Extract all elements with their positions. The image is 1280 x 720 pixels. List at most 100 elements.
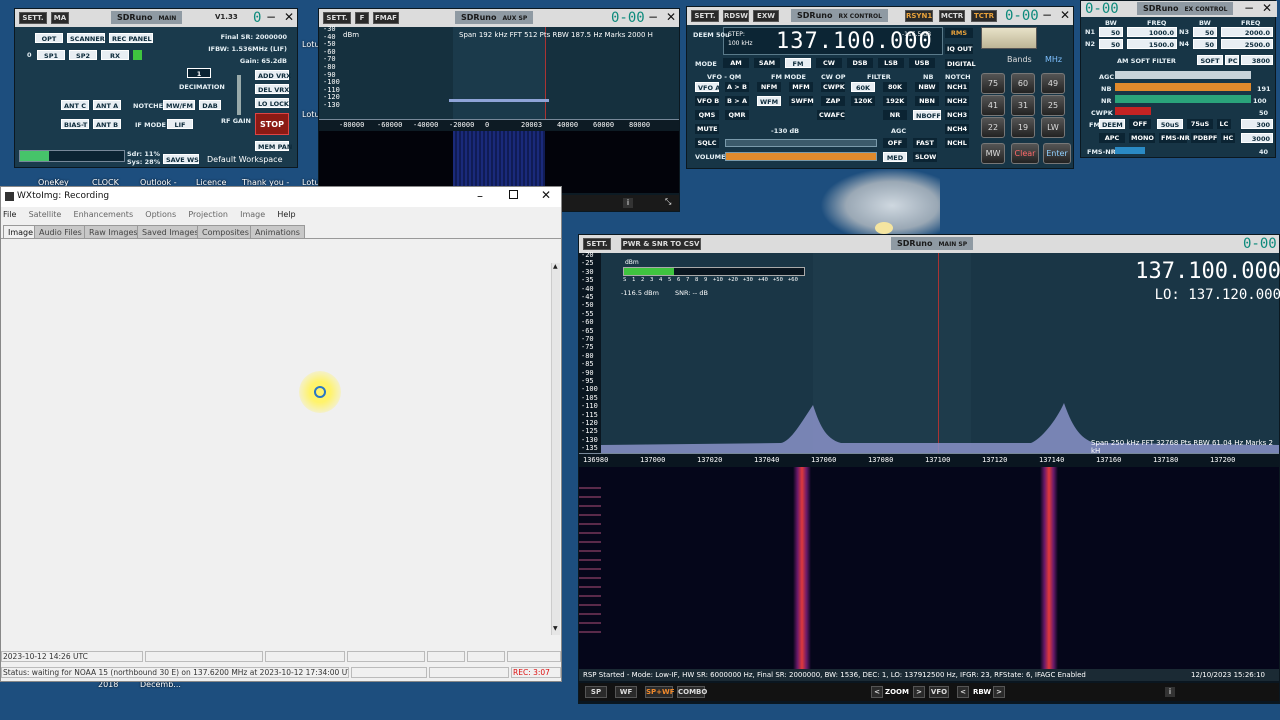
bias-t-button[interactable]: BIAS-T <box>61 119 89 129</box>
ex-50us-button[interactable]: 50uS <box>1157 119 1183 129</box>
keypad-key-19[interactable]: 19 <box>1011 117 1035 138</box>
tab-raw-images[interactable]: Raw Images <box>84 225 143 238</box>
ex-notch-bw[interactable]: 50 <box>1193 27 1217 37</box>
qms-button[interactable]: QMS <box>695 110 719 120</box>
cwafc-button[interactable]: CWAFC <box>817 110 845 120</box>
wx-image-area[interactable] <box>1 263 551 635</box>
mode-button-dsb[interactable]: DSB <box>847 58 873 68</box>
main-ma-button[interactable]: MA <box>51 12 69 24</box>
desktop-icon-lotus-2[interactable]: Lotu <box>302 110 319 119</box>
mute-button[interactable]: MUTE <box>695 124 719 134</box>
exw-button[interactable]: EXW <box>753 10 779 22</box>
main-sett-button[interactable]: SETT. <box>19 12 47 24</box>
lo-lock-button[interactable]: LO LOCK <box>255 98 289 108</box>
nboff-button[interactable]: NBOFF <box>913 110 941 120</box>
aux-sett-button[interactable]: SETT. <box>323 12 351 24</box>
keypad-key-49[interactable]: 49 <box>1041 73 1065 94</box>
opt-button[interactable]: OPT <box>35 33 63 43</box>
ex-mono-button[interactable]: MONO <box>1129 133 1155 143</box>
nfm-button[interactable]: NFM <box>757 82 781 92</box>
ant-b-button[interactable]: ANT B <box>93 119 121 129</box>
ant-a-button[interactable]: ANT A <box>93 100 121 110</box>
scroll-up-arrow[interactable]: ▲ <box>553 263 558 270</box>
ex-deem-button[interactable]: DEEM <box>1099 119 1125 129</box>
rms-button[interactable]: RMS <box>945 28 973 38</box>
aux-info-icon[interactable]: i <box>623 198 633 208</box>
nch4-button[interactable]: NCH4 <box>945 124 969 134</box>
aux-minimize-button[interactable]: − <box>645 10 661 25</box>
vfo-button[interactable]: VFO <box>929 686 949 698</box>
vfo-display[interactable]: STEP: 100 kHz 137.100.000 -116.5 dB <box>723 27 943 55</box>
rdsw-button[interactable]: RDSW <box>723 10 749 22</box>
rx-minimize-button[interactable]: − <box>1039 8 1055 23</box>
squelch-slider[interactable] <box>725 139 877 147</box>
cwpk-button[interactable]: CWPK <box>821 82 845 92</box>
menu-image[interactable]: Image <box>240 210 265 219</box>
pc-button[interactable]: PC <box>1225 55 1239 65</box>
zoom-right-button[interactable]: > <box>913 686 925 698</box>
mctr-button[interactable]: MCTR <box>939 10 965 22</box>
volume-slider[interactable] <box>725 152 877 161</box>
ex-notch-bw[interactable]: 50 <box>1193 39 1217 49</box>
ex-notch-freq[interactable]: 1500.0 <box>1127 39 1177 49</box>
ant-c-button[interactable]: ANT C <box>61 100 89 110</box>
menu-file[interactable]: File <box>3 210 16 219</box>
ex-notch-freq[interactable]: 1000.0 <box>1127 27 1177 37</box>
qmr-button[interactable]: QMR <box>725 110 749 120</box>
main-minimize-button[interactable]: − <box>263 10 279 25</box>
soft-button[interactable]: SOFT <box>1197 55 1223 65</box>
aux-resize-icon[interactable]: ⤡ <box>665 197 671 207</box>
tab-image[interactable]: Image <box>3 225 39 238</box>
rbw-right-button[interactable]: > <box>993 686 1005 698</box>
filter-192k-button[interactable]: 192K <box>883 96 907 106</box>
mainsp-sett-button[interactable]: SETT. <box>583 238 611 250</box>
mode-button-usb[interactable]: USB <box>909 58 935 68</box>
add-vrx-button[interactable]: ADD VRX <box>255 70 291 80</box>
ex-off-button[interactable]: OFF <box>1129 119 1151 129</box>
rsyn-button[interactable]: RSYN1 <box>905 10 933 22</box>
zap-button[interactable]: ZAP <box>821 96 845 106</box>
nchl-button[interactable]: NCHL <box>945 138 969 148</box>
menu-satellite[interactable]: Satellite <box>29 210 62 219</box>
aux-fmaf-button[interactable]: FMAF <box>373 12 399 24</box>
ex-notch-freq[interactable]: 2500.0 <box>1221 39 1273 49</box>
pc-value[interactable]: 3800 <box>1241 55 1273 65</box>
keypad-key-60[interactable]: 60 <box>1011 73 1035 94</box>
bands-button[interactable]: Bands <box>1007 55 1032 64</box>
ex-cwpk-slider[interactable] <box>1115 107 1151 115</box>
mainsp-info-icon[interactable]: i <box>1165 687 1175 697</box>
rx-close-button[interactable]: ✕ <box>1057 8 1073 23</box>
ex-notch-bw[interactable]: 50 <box>1099 27 1123 37</box>
filter-60k-button[interactable]: 60K <box>851 82 875 92</box>
ex-notch-bw[interactable]: 50 <box>1099 39 1123 49</box>
tab-animations[interactable]: Animations <box>250 225 305 238</box>
sp1-button[interactable]: SP1 <box>37 50 65 60</box>
ex-lc-button[interactable]: LC <box>1217 119 1231 129</box>
ex-pdbpf-button[interactable]: PDBPF <box>1191 133 1217 143</box>
rx-button[interactable]: RX <box>101 50 129 60</box>
del-vrx-button[interactable]: DEL VRX <box>255 84 289 94</box>
view-wf-button[interactable]: WF <box>615 686 637 698</box>
wx-maximize-button[interactable] <box>509 190 518 199</box>
aux-close-button[interactable]: ✕ <box>663 10 679 25</box>
b-to-a-button[interactable]: B > A <box>725 96 749 106</box>
agc-off-button[interactable]: OFF <box>883 138 907 148</box>
mode-button-cw[interactable]: CW <box>816 58 842 68</box>
nbw-button[interactable]: NBW <box>915 82 939 92</box>
digital-button[interactable]: DIGITAL <box>945 59 976 69</box>
mode-button-fm[interactable]: FM <box>785 58 811 68</box>
nch3-button[interactable]: NCH3 <box>945 110 969 120</box>
keypad-key-31[interactable]: 31 <box>1011 95 1035 116</box>
menu-help[interactable]: Help <box>277 210 295 219</box>
wx-minimize-button[interactable]: – <box>477 189 483 203</box>
filter-120k-button[interactable]: 120K <box>851 96 875 106</box>
wx-scrollbar[interactable]: ▲ ▼ <box>551 263 560 635</box>
tab-saved-images[interactable]: Saved Images <box>137 225 204 238</box>
aux-spectrum[interactable]: dBm Span 192 kHz FFT 512 Pts RBW 187.5 H… <box>319 25 679 119</box>
filter-80k-button[interactable]: 80K <box>883 82 907 92</box>
ex-hc-value[interactable]: 3000 <box>1241 133 1273 143</box>
mode-button-sam[interactable]: SAM <box>754 58 780 68</box>
ex-notch-freq[interactable]: 2000.0 <box>1221 27 1273 37</box>
rf-gain-slider[interactable] <box>237 75 241 115</box>
ex-lc-value[interactable]: 300 <box>1241 119 1273 129</box>
